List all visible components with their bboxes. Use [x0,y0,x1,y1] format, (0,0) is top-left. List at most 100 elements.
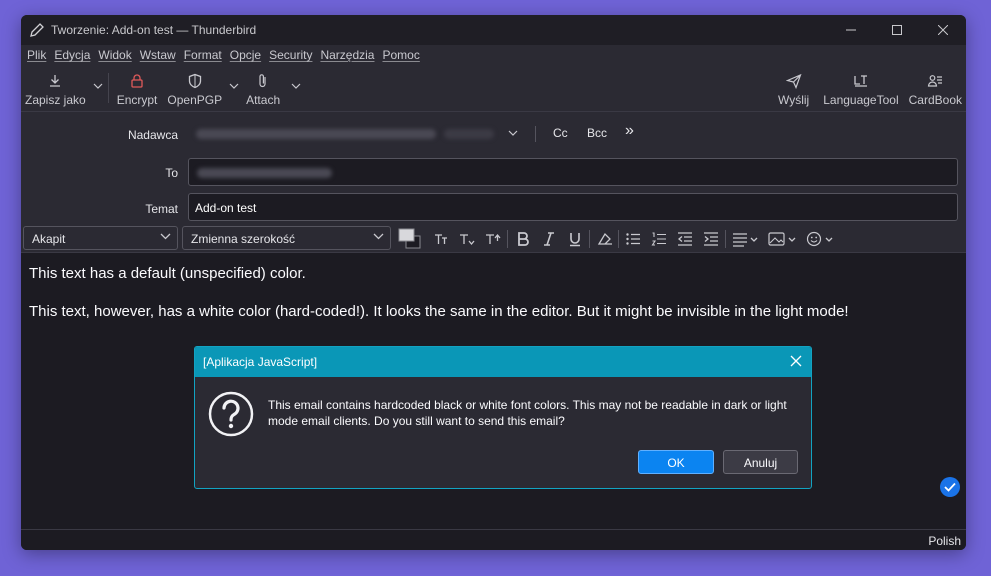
more-recipients-button[interactable]: » [625,122,634,140]
save-as-button[interactable]: Zapisz jako [21,69,90,107]
encrypt-label: Encrypt [116,93,158,107]
format-separator [618,230,619,248]
cardbook-button[interactable]: CardBook [903,69,966,107]
text-size-down-icon[interactable] [459,231,475,247]
save-dropdown[interactable] [90,69,106,89]
compose-window: Tworzenie: Add-on test — Thunderbird Pli… [21,15,966,550]
text-color-picker-icon[interactable] [398,228,424,250]
format-separator [725,230,726,248]
cardbook-label: CardBook [908,93,962,107]
align-menu-icon[interactable] [732,231,760,247]
paragraph-format-value: Akapit [32,232,66,246]
smaller-text-icon[interactable] [433,231,449,247]
menu-item-edycja[interactable]: Edycja [54,48,90,62]
cc-button[interactable]: Cc [553,126,568,140]
toolbar-separator [107,73,109,103]
minimize-icon [846,29,856,31]
openpgp-label: OpenPGP [167,93,223,107]
paperclip-icon [259,74,266,88]
download-icon [50,75,61,87]
close-window-button[interactable] [920,15,966,45]
format-separator [589,230,590,248]
attach-button[interactable]: Attach [242,69,288,107]
status-bar: Polish [21,529,966,550]
maximize-button[interactable] [874,15,920,45]
font-value: Zmienna szerokość [191,232,296,246]
minimize-button[interactable] [828,15,874,45]
outdent-icon[interactable] [677,231,693,247]
numbered-list-icon[interactable] [651,231,667,247]
confirm-dialog: [Aplikacja JavaScript] This email contai… [194,346,812,489]
format-separator [507,230,508,248]
languagetool-button[interactable]: LanguageTool [819,69,902,107]
chevron-down-icon [373,233,384,240]
body-line-white-color: This text, however, has a white color (h… [29,303,849,320]
toolbar: Zapisz jako Encrypt OpenPGP Attach Wyśli… [21,65,966,112]
sender-blurred-extra [444,129,494,139]
menu-item-widok[interactable]: Widok [98,48,131,62]
subject-field[interactable]: Add-on test [188,193,958,221]
menu-item-format[interactable]: Format [184,48,222,62]
subject-label: Temat [145,202,178,216]
menu-item-wstaw[interactable]: Wstaw [140,48,176,62]
formatting-bar: Akapit Zmienna szerokość [21,225,966,253]
bcc-button[interactable]: Bcc [587,126,607,140]
recipient-blurred [197,168,332,178]
menu-item-plik[interactable]: Plik [27,48,46,62]
lock-icon [131,74,143,88]
menu-item-security[interactable]: Security [269,48,312,62]
toolbar-right-group: Wyślij LanguageTool CardBook [768,69,966,107]
clear-formatting-icon[interactable] [597,231,613,247]
message-headers: Nadawca Cc Bcc » To Temat Add-on test [21,112,966,225]
chevron-down-icon [291,83,301,89]
from-selector[interactable] [196,126,526,142]
languagetool-status-button[interactable] [940,477,960,497]
italic-icon[interactable] [541,231,557,247]
dialog-message: This email contains hardcoded black or w… [268,398,787,428]
openpgp-dropdown[interactable] [226,69,242,89]
close-icon [938,25,948,35]
header-divider [535,126,536,142]
bullet-list-icon[interactable] [625,231,641,247]
text-size-up-icon[interactable] [485,231,501,247]
ok-button[interactable]: OK [638,450,714,474]
menu-item-narzedzia[interactable]: Narzędzia [320,48,374,62]
save-as-label: Zapisz jako [25,93,86,107]
to-field[interactable] [188,158,958,186]
to-label: To [165,166,178,180]
send-label: Wyślij [778,93,810,107]
languagetool-icon [854,75,867,87]
menu-item-pomoc[interactable]: Pomoc [382,48,419,62]
send-icon [785,73,802,89]
indent-icon[interactable] [703,231,719,247]
contacts-icon [928,75,943,87]
encrypt-button[interactable]: Encrypt [111,69,164,107]
attach-dropdown[interactable] [288,69,304,89]
dialog-close-button[interactable] [789,354,803,368]
title-bar: Tworzenie: Add-on test — Thunderbird [21,15,966,45]
sender-blurred [196,129,436,139]
menu-bar: Plik Edycja Widok Wstaw Format Opcje Sec… [21,45,966,65]
dialog-title: [Aplikacja JavaScript] [203,355,318,369]
paragraph-format-select[interactable]: Akapit [23,226,178,250]
window-title: Tworzenie: Add-on test — Thunderbird [51,23,257,37]
bold-icon[interactable] [515,231,531,247]
subject-value: Add-on test [195,201,257,215]
maximize-icon [892,25,902,35]
emoji-menu-icon[interactable] [806,231,836,247]
body-line-default-color: This text has a default (unspecified) co… [29,265,306,282]
menu-item-opcje[interactable]: Opcje [230,48,261,62]
insert-image-menu-icon[interactable] [768,231,798,247]
chevron-down-icon [229,83,239,89]
underline-icon[interactable] [567,231,583,247]
shield-icon [188,73,201,89]
dialog-title-bar: [Aplikacja JavaScript] [195,347,811,377]
font-select[interactable]: Zmienna szerokość [182,226,391,250]
cancel-button[interactable]: Anuluj [723,450,798,474]
send-button[interactable]: Wyślij [768,69,819,107]
question-icon [208,391,254,437]
chevron-down-icon [508,130,518,136]
openpgp-button[interactable]: OpenPGP [163,69,226,107]
pencil-icon [30,23,44,37]
spellcheck-language[interactable]: Polish [928,534,961,548]
